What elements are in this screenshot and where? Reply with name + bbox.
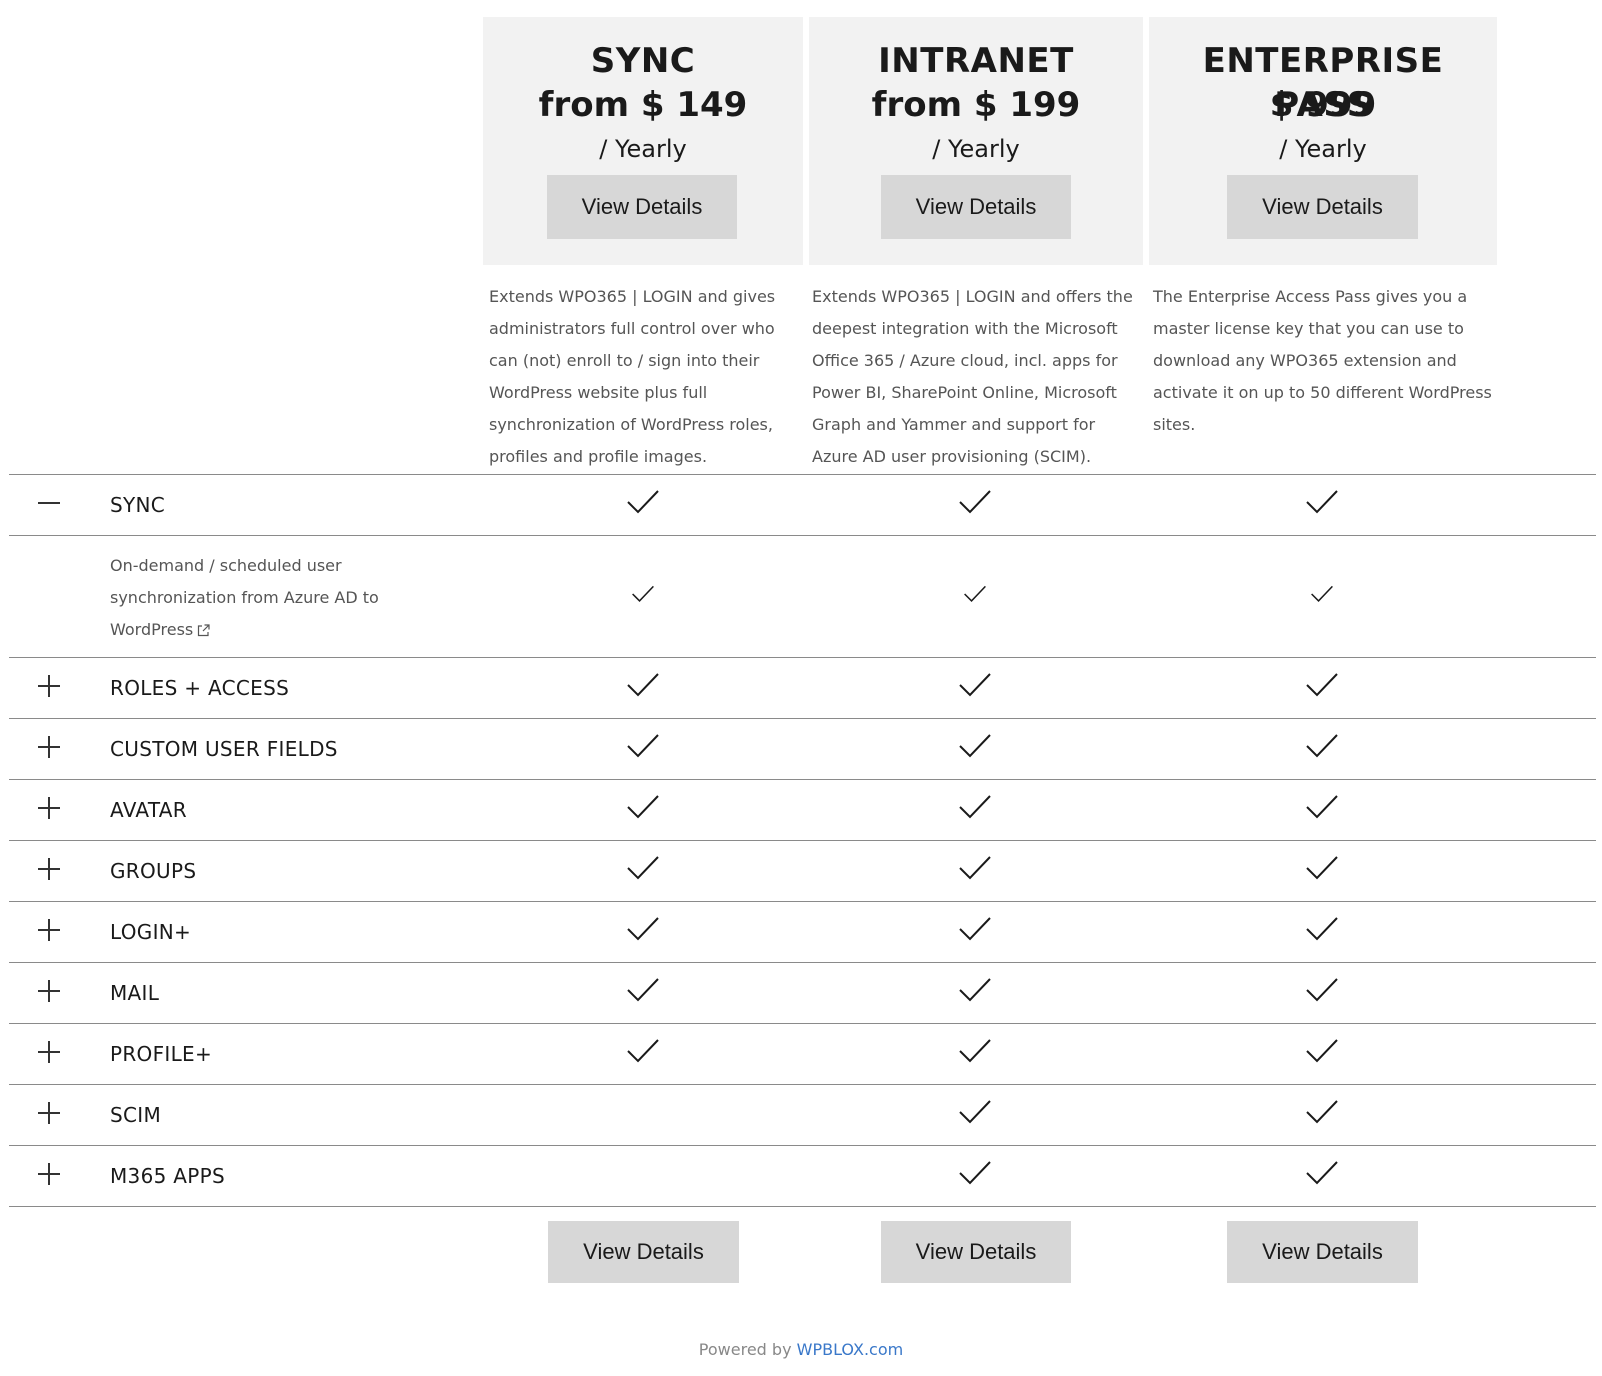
sub-description-text: On-demand / scheduled user synchronizati… [110, 556, 379, 639]
feature-label: PROFILE+ [110, 1042, 213, 1066]
view-details-button-sync[interactable]: View Details [547, 175, 737, 239]
feature-label: SYNC [110, 493, 166, 517]
feature-row-mail: MAIL [9, 962, 1596, 1023]
check-icon [1306, 1161, 1338, 1185]
plan-name: SYNC [590, 41, 696, 81]
check-icon [1306, 917, 1338, 941]
footer-link[interactable]: WPBLOX.com [797, 1340, 904, 1359]
check-icon [959, 673, 991, 697]
check-icon [1306, 1100, 1338, 1124]
check-icon [627, 673, 659, 697]
plus-icon[interactable] [38, 1041, 60, 1063]
check-icon [627, 795, 659, 819]
check-icon [627, 490, 659, 514]
plan-price: from $ 149 [538, 85, 748, 125]
plan-description-sync: Extends WPO365 | LOGIN and gives adminis… [489, 287, 776, 466]
check-icon [1306, 795, 1338, 819]
plan-period: / Yearly [1279, 135, 1367, 163]
check-icon [1306, 856, 1338, 880]
check-icon [627, 856, 659, 880]
plus-icon[interactable] [38, 736, 60, 758]
plan-card-enterprise: ENTERPRISE PASS $ 999 / Yearly View Deta… [1149, 17, 1497, 265]
minus-icon[interactable] [38, 492, 60, 514]
check-icon [959, 1100, 991, 1124]
check-icon [1306, 1039, 1338, 1063]
check-icon [959, 1161, 991, 1185]
plan-price: from $ 199 [871, 85, 1081, 125]
feature-label: CUSTOM USER FIELDS [110, 737, 338, 761]
plan-name: INTRANET [878, 41, 1074, 81]
plus-icon[interactable] [38, 919, 60, 941]
feature-label: SCIM [110, 1103, 162, 1127]
footer: Powered by WPBLOX.com [0, 1340, 1602, 1359]
check-icon [959, 978, 991, 1002]
check-icon [627, 1039, 659, 1063]
plus-icon[interactable] [38, 980, 60, 1002]
feature-sub-description: On-demand / scheduled user synchronizati… [110, 550, 400, 646]
view-details-button-intranet[interactable]: View Details [881, 175, 1071, 239]
feature-label: MAIL [110, 981, 160, 1005]
check-icon [627, 978, 659, 1002]
view-details-button-enterprise-bottom[interactable]: View Details [1227, 1221, 1418, 1283]
feature-row-roles-access: ROLES + ACCESS [9, 657, 1596, 718]
external-link-icon[interactable] [197, 624, 210, 637]
check-icon [959, 856, 991, 880]
plan-card-intranet: INTRANET from $ 199 / Yearly View Detail… [809, 17, 1143, 265]
check-icon [1306, 490, 1338, 514]
check-icon [627, 734, 659, 758]
check-icon [959, 917, 991, 941]
footer-prefix: Powered by [698, 1340, 792, 1359]
check-icon [632, 585, 654, 602]
feature-subrow-sync: On-demand / scheduled user synchronizati… [9, 535, 1596, 657]
plan-period: / Yearly [932, 135, 1020, 163]
plus-icon[interactable] [38, 675, 60, 697]
feature-row-m365-apps: M365 APPS [9, 1145, 1596, 1207]
check-icon [1306, 978, 1338, 1002]
plan-card-sync: SYNC from $ 149 / Yearly View Details [483, 17, 803, 265]
check-icon [959, 795, 991, 819]
plus-icon[interactable] [38, 1163, 60, 1185]
check-icon [959, 734, 991, 758]
feature-label: GROUPS [110, 859, 197, 883]
feature-row-login-plus: LOGIN+ [9, 901, 1596, 962]
feature-row-avatar: AVATAR [9, 779, 1596, 840]
plan-price: $ 999 [1269, 85, 1377, 125]
check-icon [1306, 673, 1338, 697]
plan-description-enterprise: The Enterprise Access Pass gives you a m… [1153, 287, 1492, 434]
view-details-button-intranet-bottom[interactable]: View Details [881, 1221, 1071, 1283]
feature-label: ROLES + ACCESS [110, 676, 290, 700]
view-details-button-sync-bottom[interactable]: View Details [548, 1221, 739, 1283]
plan-description-intranet: Extends WPO365 | LOGIN and offers the de… [812, 287, 1133, 466]
feature-row-profile-plus: PROFILE+ [9, 1023, 1596, 1084]
feature-row-scim: SCIM [9, 1084, 1596, 1145]
feature-row-sync: SYNC [9, 474, 1596, 535]
feature-label: LOGIN+ [110, 920, 192, 944]
check-icon [964, 585, 986, 602]
plan-period: / Yearly [599, 135, 687, 163]
check-icon [627, 917, 659, 941]
feature-row-groups: GROUPS [9, 840, 1596, 901]
check-icon [959, 490, 991, 514]
check-icon [1306, 734, 1338, 758]
view-details-button-enterprise[interactable]: View Details [1227, 175, 1418, 239]
plus-icon[interactable] [38, 1102, 60, 1124]
plus-icon[interactable] [38, 797, 60, 819]
check-icon [1311, 585, 1333, 602]
feature-row-custom-user-fields: CUSTOM USER FIELDS [9, 718, 1596, 779]
feature-label: AVATAR [110, 798, 187, 822]
check-icon [959, 1039, 991, 1063]
feature-label: M365 APPS [110, 1164, 225, 1188]
plus-icon[interactable] [38, 858, 60, 880]
